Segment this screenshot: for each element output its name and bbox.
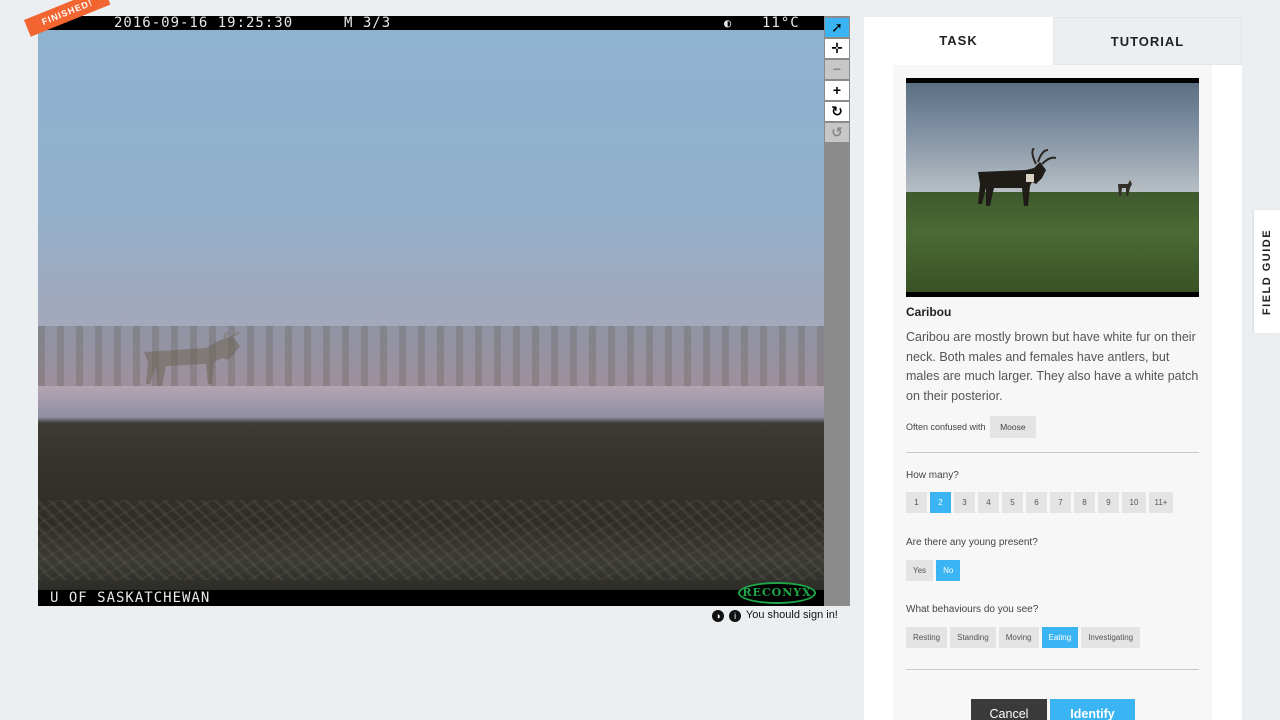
rocky-ground [38, 500, 824, 580]
confused-with-label: Often confused with [906, 422, 986, 432]
field-guide-tab[interactable]: FIELD GUIDE [1254, 210, 1280, 333]
species-detail-card: Caribou Caribou are mostly brown but hav… [893, 65, 1212, 720]
species-example-photo [906, 78, 1199, 297]
pointer-icon[interactable]: ➚ [825, 18, 849, 37]
owner-bar: U OF SASKATCHEWAN RECONYX [38, 582, 824, 606]
behaviour-options: Resting Standing Moving Eating Investiga… [906, 627, 1141, 648]
zoom-out-icon[interactable]: − [825, 60, 849, 79]
signin-notice: ◑ i You should sign in! [712, 609, 838, 622]
question-how-many: How many? [906, 470, 959, 481]
confused-with-row: Often confused with Moose [906, 416, 1036, 438]
behaviour-option-standing[interactable]: Standing [950, 627, 996, 648]
young-options: Yes No [906, 560, 961, 581]
tab-tutorial[interactable]: TUTORIAL [1053, 17, 1242, 65]
young-option-yes[interactable]: Yes [906, 560, 934, 581]
species-name: Caribou [906, 305, 952, 319]
question-behaviours: What behaviours do you see? [906, 604, 1039, 615]
young-option-no[interactable]: No [936, 560, 961, 581]
behaviour-option-resting[interactable]: Resting [906, 627, 948, 648]
caribou-figure [144, 332, 241, 386]
count-option-5[interactable]: 5 [1002, 492, 1023, 513]
count-option-11-plus[interactable]: 11+ [1149, 492, 1173, 513]
reconyx-logo: RECONYX [738, 582, 816, 604]
moon-phase-icon: ◐ [724, 16, 733, 30]
panel-tabs: TASK TUTORIAL [864, 17, 1242, 65]
cancel-button[interactable]: Cancel [971, 699, 1047, 720]
question-young-present: Are there any young present? [906, 537, 1038, 548]
count-option-3[interactable]: 3 [954, 492, 975, 513]
count-option-8[interactable]: 8 [1074, 492, 1095, 513]
subject-image-viewer[interactable]: 2016-09-16 19:25:30 M 3/3 ◐ 11°C U OF SA… [38, 16, 824, 606]
camera-trap-photo [38, 30, 824, 606]
contrast-icon[interactable]: ◑ [712, 610, 724, 622]
count-option-10[interactable]: 10 [1122, 492, 1146, 513]
task-panel: TASK TUTORIAL Caribou Caribou are mostly… [864, 17, 1242, 720]
count-option-9[interactable]: 9 [1098, 492, 1119, 513]
count-option-1[interactable]: 1 [906, 492, 927, 513]
count-option-2[interactable]: 2 [930, 492, 951, 513]
signin-link[interactable]: You should sign in! [746, 609, 838, 621]
count-option-6[interactable]: 6 [1026, 492, 1047, 513]
count-option-4[interactable]: 4 [978, 492, 999, 513]
count-option-7[interactable]: 7 [1050, 492, 1071, 513]
divider [906, 669, 1199, 670]
zoom-in-icon[interactable]: + [825, 81, 849, 100]
example-photo-top-bar [906, 78, 1199, 83]
frame-stamp: M 3/3 [344, 16, 392, 31]
caribou-example-figure [978, 148, 1057, 206]
example-photo-bottom-bar [906, 292, 1199, 297]
temperature-stamp: 11°C [762, 16, 800, 31]
rotate-icon[interactable]: ↻ [825, 102, 849, 121]
species-description: Caribou are mostly brown but have white … [906, 330, 1199, 403]
timestamp-bar: 2016-09-16 19:25:30 M 3/3 ◐ 11°C [38, 16, 824, 30]
field-guide-label: FIELD GUIDE [1261, 228, 1273, 315]
behaviour-option-investigating[interactable]: Investigating [1081, 627, 1141, 648]
tab-task[interactable]: TASK [864, 17, 1053, 65]
behaviour-option-moving[interactable]: Moving [998, 627, 1039, 648]
info-icon[interactable]: i [729, 610, 742, 622]
owner-stamp: U OF SASKATCHEWAN [50, 590, 211, 606]
identify-button[interactable]: Identify [1050, 699, 1135, 720]
reset-icon[interactable]: ↺ [825, 123, 849, 142]
confused-species-moose[interactable]: Moose [990, 416, 1036, 438]
how-many-options: 1 2 3 4 5 6 7 8 9 10 11+ [906, 492, 1173, 513]
image-toolbar: ➚ ✛ − + ↻ ↺ [824, 16, 850, 606]
behaviour-option-eating[interactable]: Eating [1041, 627, 1079, 648]
date-stamp: 2016-09-16 19:25:30 [114, 16, 294, 31]
divider [906, 452, 1199, 453]
caribou-background-figure [1118, 180, 1132, 196]
move-icon[interactable]: ✛ [825, 39, 849, 58]
